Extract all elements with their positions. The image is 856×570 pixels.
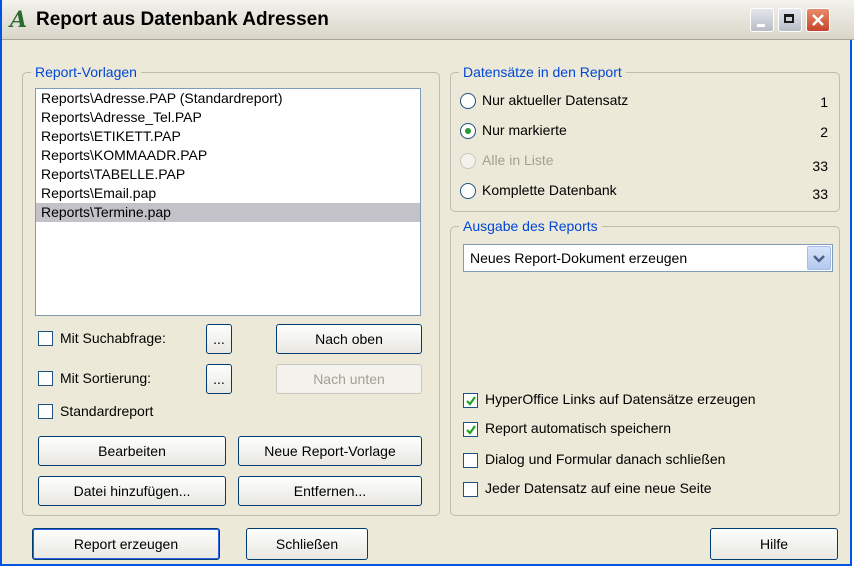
dropdown-button[interactable] bbox=[807, 246, 831, 270]
count-nur-markierte: 2 bbox=[820, 124, 828, 140]
records-legend: Datensätze in den Report bbox=[463, 64, 622, 80]
list-item-selected[interactable]: Reports\Termine.pap bbox=[36, 203, 420, 222]
sortierung-browse-button[interactable]: ... bbox=[206, 364, 232, 394]
standardreport-label: Standardreport bbox=[60, 403, 154, 419]
list-item[interactable]: Reports\TABELLE.PAP bbox=[36, 165, 420, 184]
list-item[interactable]: Reports\Adresse_Tel.PAP bbox=[36, 108, 420, 127]
report-dialog: A Report aus Datenbank Adressen Report-V… bbox=[0, 0, 854, 566]
nach-unten-button[interactable]: Nach unten bbox=[276, 364, 422, 394]
list-item[interactable]: Reports\ETIKETT.PAP bbox=[36, 127, 420, 146]
close-icon bbox=[812, 14, 824, 26]
suchabfrage-browse-button[interactable]: ... bbox=[206, 324, 232, 354]
nach-oben-button[interactable]: Nach oben bbox=[276, 324, 422, 354]
dialog-schliessen-label: Dialog und Formular danach schließen bbox=[485, 451, 726, 467]
count-komplette-datenbank: 33 bbox=[812, 186, 828, 202]
output-select[interactable]: Neues Report-Dokument erzeugen bbox=[463, 244, 833, 272]
minimize-button[interactable] bbox=[750, 8, 774, 32]
window-title: Report aus Datenbank Adressen bbox=[36, 9, 329, 30]
checkmark-icon bbox=[466, 425, 476, 435]
neue-seite-checkbox[interactable] bbox=[463, 482, 478, 497]
dialog-schliessen-checkbox[interactable] bbox=[463, 453, 478, 468]
hyperoffice-links-label: HyperOffice Links auf Datensätze erzeuge… bbox=[485, 391, 756, 407]
bearbeiten-button[interactable]: Bearbeiten bbox=[38, 436, 226, 466]
count-aktueller-datensatz: 1 bbox=[820, 94, 828, 110]
standardreport-checkbox[interactable] bbox=[38, 404, 53, 419]
count-alle-in-liste: 33 bbox=[812, 158, 828, 174]
schliessen-button[interactable]: Schließen bbox=[246, 528, 368, 560]
list-item[interactable]: Reports\Adresse.PAP (Standardreport) bbox=[36, 89, 420, 108]
hyperoffice-links-checkbox[interactable] bbox=[463, 393, 478, 408]
radio-alle-in-liste-label: Alle in Liste bbox=[482, 152, 554, 168]
chevron-down-icon bbox=[813, 255, 825, 263]
radio-komplette-datenbank-label: Komplette Datenbank bbox=[482, 182, 617, 198]
mit-sortierung-checkbox[interactable] bbox=[38, 371, 53, 386]
radio-aktueller-datensatz-label: Nur aktueller Datensatz bbox=[482, 92, 629, 108]
mit-suchabfrage-checkbox[interactable] bbox=[38, 331, 53, 346]
radio-alle-in-liste[interactable] bbox=[460, 153, 476, 169]
entfernen-button[interactable]: Entfernen... bbox=[238, 476, 422, 506]
neue-seite-label: Jeder Datensatz auf eine neue Seite bbox=[485, 480, 712, 496]
title-bar[interactable]: A Report aus Datenbank Adressen bbox=[2, 0, 854, 40]
radio-aktueller-datensatz[interactable] bbox=[460, 93, 476, 109]
report-templates-legend: Report-Vorlagen bbox=[35, 64, 137, 80]
radio-nur-markierte-label: Nur markierte bbox=[482, 122, 567, 138]
report-erzeugen-button[interactable]: Report erzeugen bbox=[32, 528, 220, 560]
maximize-button[interactable] bbox=[778, 8, 802, 32]
hilfe-button[interactable]: Hilfe bbox=[710, 528, 838, 560]
app-icon: A bbox=[10, 7, 28, 33]
neue-report-vorlage-button[interactable]: Neue Report-Vorlage bbox=[238, 436, 422, 466]
template-list[interactable]: Reports\Adresse.PAP (Standardreport) Rep… bbox=[35, 88, 421, 316]
list-item[interactable]: Reports\KOMMAADR.PAP bbox=[36, 146, 420, 165]
output-select-value: Neues Report-Dokument erzeugen bbox=[470, 250, 688, 266]
radio-komplette-datenbank[interactable] bbox=[460, 183, 476, 199]
radio-nur-markierte[interactable] bbox=[460, 123, 476, 139]
report-speichern-label: Report automatisch speichern bbox=[485, 420, 671, 436]
close-button[interactable] bbox=[806, 8, 830, 32]
mit-suchabfrage-label: Mit Suchabfrage: bbox=[60, 330, 166, 346]
mit-sortierung-label: Mit Sortierung: bbox=[60, 370, 152, 386]
output-legend: Ausgabe des Reports bbox=[463, 218, 598, 234]
report-speichern-checkbox[interactable] bbox=[463, 422, 478, 437]
list-item[interactable]: Reports\Email.pap bbox=[36, 184, 420, 203]
checkmark-icon bbox=[466, 396, 476, 406]
datei-hinzufuegen-button[interactable]: Datei hinzufügen... bbox=[38, 476, 226, 506]
